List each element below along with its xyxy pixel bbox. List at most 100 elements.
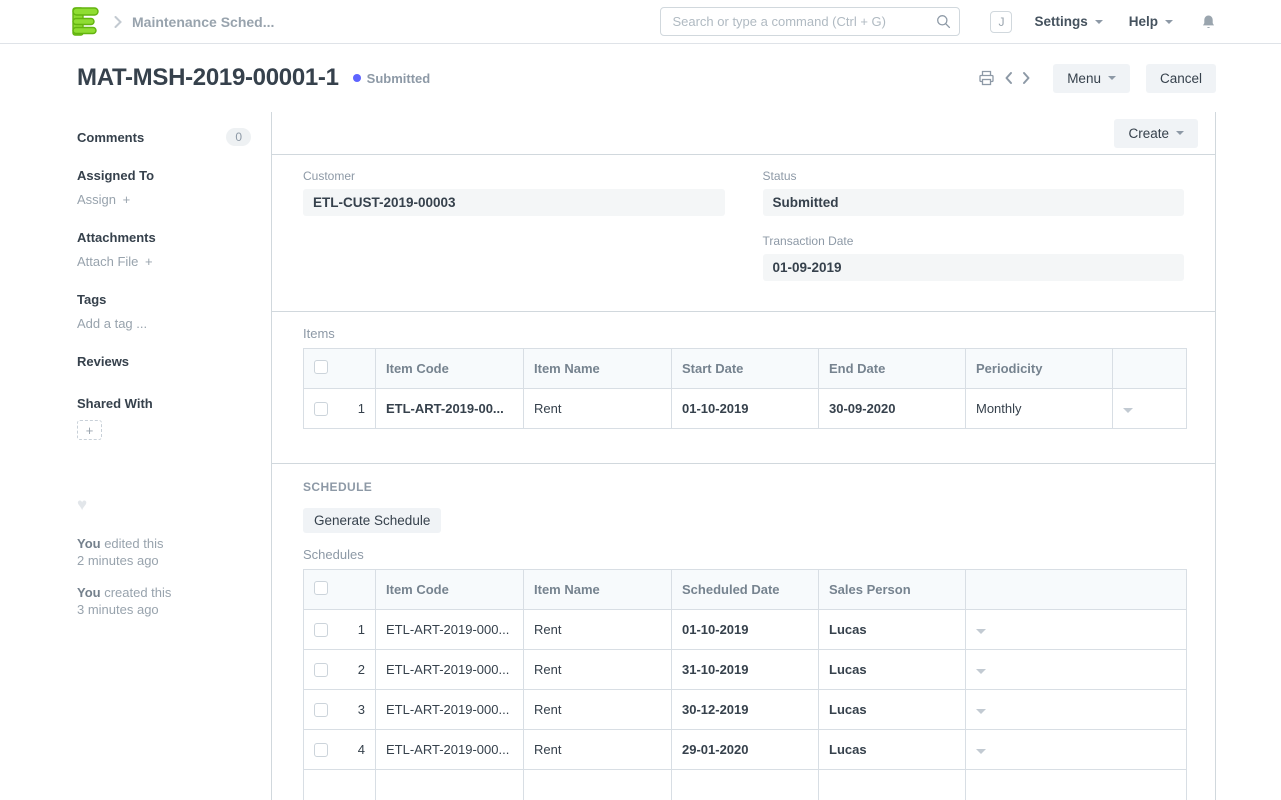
page-title: MAT-MSH-2019-00001-1: [77, 64, 339, 92]
row-checkbox[interactable]: [314, 623, 328, 637]
share-add-button[interactable]: +: [77, 420, 102, 440]
comments-label: Comments: [77, 130, 144, 145]
row-expand-icon[interactable]: [1123, 408, 1133, 413]
cancel-button-label: Cancel: [1160, 71, 1202, 86]
row-checkbox[interactable]: [314, 703, 328, 717]
generate-schedule-label: Generate Schedule: [314, 513, 430, 528]
prev-document-icon[interactable]: [1004, 71, 1013, 85]
transaction-date-value[interactable]: 01-09-2019: [763, 254, 1185, 281]
chevron-down-icon: [1095, 20, 1103, 24]
row-expand-icon[interactable]: [976, 749, 986, 754]
scheduled-date-cell[interactable]: 30-12-2019: [672, 690, 819, 730]
row-expand-icon[interactable]: [976, 709, 986, 714]
user-avatar[interactable]: J: [990, 11, 1012, 33]
like-heart-icon[interactable]: ♥: [77, 496, 251, 513]
item-name-cell[interactable]: Rent: [524, 610, 672, 650]
item-name-cell[interactable]: Rent: [524, 650, 672, 690]
periodicity-cell[interactable]: Monthly: [966, 389, 1113, 429]
navbar: Maintenance Sched... J Settings Help: [0, 0, 1281, 44]
schedules-table: Item Code Item Name Scheduled Date Sales…: [303, 569, 1187, 800]
customer-value[interactable]: ETL-CUST-2019-00003: [303, 189, 725, 216]
comments-count-badge: 0: [226, 128, 251, 146]
col-periodicity: Periodicity: [966, 349, 1113, 389]
assign-link[interactable]: Assign +: [77, 192, 251, 207]
row-index: 1: [358, 622, 365, 637]
sales-person-cell[interactable]: Lucas: [819, 730, 966, 770]
row-checkbox[interactable]: [314, 402, 328, 416]
items-row[interactable]: 1 ETL-ART-2019-00... Rent 01-10-2019 30-…: [304, 389, 1187, 429]
settings-menu[interactable]: Settings: [1034, 14, 1102, 29]
attachments-label: Attachments: [77, 230, 251, 245]
cancel-button[interactable]: Cancel: [1146, 64, 1216, 93]
transaction-date-field: Transaction Date 01-09-2019: [763, 234, 1185, 281]
schedules-header-row: Item Code Item Name Scheduled Date Sales…: [304, 570, 1187, 610]
item-code-cell[interactable]: ETL-ART-2019-000...: [376, 650, 524, 690]
print-icon[interactable]: [978, 70, 995, 86]
transaction-date-label: Transaction Date: [763, 234, 1185, 248]
add-tag-link[interactable]: Add a tag ...: [77, 316, 251, 331]
scheduled-date-cell[interactable]: 01-10-2019: [672, 610, 819, 650]
sales-person-cell[interactable]: Lucas: [819, 610, 966, 650]
items-table-label: Items: [303, 326, 1184, 341]
customer-field: Customer ETL-CUST-2019-00003: [303, 169, 725, 216]
menu-button[interactable]: Menu: [1053, 64, 1130, 93]
item-name-cell[interactable]: Rent: [524, 690, 672, 730]
row-index: 4: [358, 742, 365, 757]
item-code-cell[interactable]: ETL-ART-2019-000...: [376, 690, 524, 730]
end-date-cell[interactable]: 30-09-2020: [819, 389, 966, 429]
generate-schedule-button[interactable]: Generate Schedule: [303, 508, 441, 533]
chevron-down-icon: [1176, 131, 1184, 135]
schedule-row-partial: [304, 770, 1187, 800]
help-menu[interactable]: Help: [1129, 14, 1173, 29]
schedule-row[interactable]: 3 ETL-ART-2019-000... Rent 30-12-2019 Lu…: [304, 690, 1187, 730]
sidebar-section-attachments: Attachments Attach File +: [77, 230, 251, 269]
schedule-row[interactable]: 2 ETL-ART-2019-000... Rent 31-10-2019 Lu…: [304, 650, 1187, 690]
select-all-checkbox[interactable]: [314, 581, 328, 595]
next-document-icon[interactable]: [1022, 71, 1031, 85]
create-button[interactable]: Create: [1114, 119, 1198, 148]
row-expand-icon[interactable]: [976, 629, 986, 634]
items-section: Items Item Code Item Name Start Date End…: [272, 312, 1215, 464]
col-item-code: Item Code: [376, 570, 524, 610]
sidebar-section-shared-with: Shared With +: [77, 396, 251, 440]
erpnext-logo-icon[interactable]: [72, 7, 100, 37]
activity-user: You: [77, 536, 101, 551]
item-code-cell[interactable]: ETL-ART-2019-000...: [376, 730, 524, 770]
notifications-bell-icon[interactable]: [1201, 14, 1216, 30]
sidebar-section-assigned-to: Assigned To Assign +: [77, 168, 251, 207]
row-index: 1: [358, 401, 365, 416]
status-indicator-dot: [353, 74, 361, 82]
app-window: Maintenance Sched... J Settings Help: [0, 0, 1281, 800]
select-all-checkbox[interactable]: [314, 360, 328, 374]
item-name-cell[interactable]: Rent: [524, 389, 672, 429]
status-value[interactable]: Submitted: [763, 189, 1185, 216]
chevron-down-icon: [1165, 20, 1173, 24]
row-checkbox[interactable]: [314, 743, 328, 757]
search-input[interactable]: [660, 7, 960, 36]
col-item-code: Item Code: [376, 349, 524, 389]
sidebar-section-reviews: Reviews: [77, 354, 251, 369]
sales-person-cell[interactable]: Lucas: [819, 690, 966, 730]
start-date-cell[interactable]: 01-10-2019: [672, 389, 819, 429]
schedule-row[interactable]: 1 ETL-ART-2019-000... Rent 01-10-2019 Lu…: [304, 610, 1187, 650]
form-column-right: Status Submitted Transaction Date 01-09-…: [763, 169, 1185, 281]
sidebar-item-comments[interactable]: Comments 0: [77, 128, 251, 146]
tags-label: Tags: [77, 292, 251, 307]
activity-entry: You edited this 2 minutes ago: [77, 535, 251, 569]
status-field: Status Submitted: [763, 169, 1185, 216]
schedule-row[interactable]: 4 ETL-ART-2019-000... Rent 29-01-2020 Lu…: [304, 730, 1187, 770]
sales-person-cell[interactable]: Lucas: [819, 650, 966, 690]
status-badge: Submitted: [367, 71, 431, 86]
shared-with-label: Shared With: [77, 396, 251, 411]
row-checkbox[interactable]: [314, 663, 328, 677]
item-code-cell[interactable]: ETL-ART-2019-000...: [376, 610, 524, 650]
customer-label: Customer: [303, 169, 725, 183]
item-name-cell[interactable]: Rent: [524, 730, 672, 770]
breadcrumb[interactable]: Maintenance Sched...: [132, 14, 274, 30]
row-expand-icon[interactable]: [976, 669, 986, 674]
item-code-cell[interactable]: ETL-ART-2019-00...: [376, 389, 524, 429]
attach-file-link[interactable]: Attach File +: [77, 254, 251, 269]
scheduled-date-cell[interactable]: 29-01-2020: [672, 730, 819, 770]
scheduled-date-cell[interactable]: 31-10-2019: [672, 650, 819, 690]
items-header-row: Item Code Item Name Start Date End Date …: [304, 349, 1187, 389]
